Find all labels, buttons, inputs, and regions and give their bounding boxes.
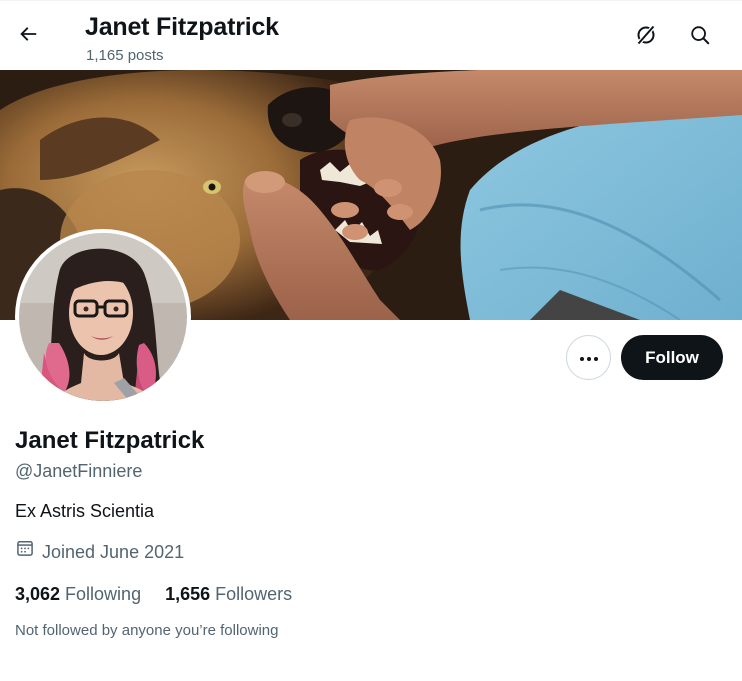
- follow-stats: 3,062 Following 1,656 Followers: [15, 583, 316, 605]
- followers-count: 1,656: [165, 584, 211, 604]
- avatar-image: [19, 233, 187, 401]
- following-count: 3,062: [15, 584, 61, 604]
- calendar-icon: [15, 540, 42, 563]
- more-options-button[interactable]: [566, 335, 611, 380]
- profile-avatar[interactable]: [15, 229, 191, 405]
- not-followed-notice: Not followed by anyone you’re following: [15, 622, 279, 639]
- profile-handle: @JanetFinniere: [15, 461, 143, 481]
- following-label: Following: [65, 584, 142, 604]
- profile-name: Janet Fitzpatrick: [15, 427, 205, 454]
- search-button[interactable]: [680, 17, 720, 57]
- followers-link[interactable]: 1,656 Followers: [165, 583, 292, 605]
- grok-icon: [634, 23, 658, 52]
- search-icon: [689, 24, 711, 51]
- back-button[interactable]: [8, 16, 48, 56]
- follow-button[interactable]: Follow: [621, 335, 723, 380]
- joined-date: Joined June 2021: [15, 540, 184, 563]
- following-link[interactable]: 3,062 Following: [15, 583, 141, 605]
- more-dots-icon: [579, 349, 599, 367]
- post-count: 1,165 posts: [86, 47, 164, 64]
- followers-label: Followers: [215, 584, 293, 604]
- header-title: Janet Fitzpatrick: [85, 13, 279, 41]
- profile-bio: Ex Astris Scientia: [15, 501, 155, 521]
- grok-button[interactable]: [626, 17, 666, 57]
- profile-header: Janet Fitzpatrick 1,165 posts: [0, 4, 742, 70]
- arrow-left-icon: [17, 23, 39, 50]
- joined-text: Joined June 2021: [42, 541, 185, 562]
